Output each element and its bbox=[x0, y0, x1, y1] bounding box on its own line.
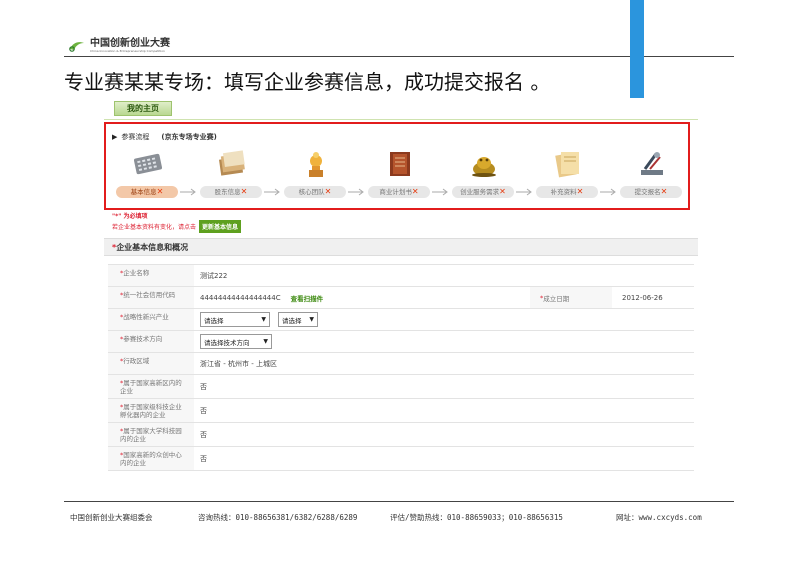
step-arrow-icon bbox=[432, 188, 448, 196]
field-label: *国家高新的众创中心内的企业 bbox=[108, 447, 194, 470]
q2-value: 否 bbox=[200, 406, 207, 415]
form-row-q3: *属于国家大学科技园内的企业 否 bbox=[108, 423, 694, 447]
footer-website: 网址：www.cxcyds.com bbox=[616, 513, 702, 522]
industry-cell: 请选择 ▼ 请选择 ▼ bbox=[194, 309, 694, 330]
step-service-needs[interactable]: 创业服务需求✕ bbox=[452, 146, 514, 206]
slide-headline: 专业赛某某专场：填写企业参赛信息，成功提交报名 。 bbox=[64, 70, 551, 94]
incomplete-x-icon: ✕ bbox=[576, 187, 584, 196]
step-business-plan[interactable]: 商业计划书✕ bbox=[368, 146, 430, 206]
logo-text: 中国创新创业大赛 bbox=[90, 38, 170, 49]
industry-select-1[interactable]: 请选择 ▼ bbox=[200, 312, 270, 327]
section-header: *企业基本信息和概况 bbox=[104, 238, 698, 256]
flow-title: ▶ 参赛流程 (京东专场专业赛) bbox=[112, 132, 217, 142]
update-note: 若企业基本资料有变化，请点击 更新基本信息 bbox=[112, 220, 242, 233]
callout-arrow-shaft bbox=[630, 0, 644, 100]
incomplete-x-icon: ✕ bbox=[240, 187, 248, 196]
form-row-q2: *属于国家级科技企业孵化器内的企业 否 bbox=[108, 399, 694, 423]
footer-sponsor-hotline: 评估/赞助热线：010-88659033；010-88656315 bbox=[390, 513, 563, 522]
toad-ornament-icon bbox=[472, 157, 496, 177]
update-basic-info-button[interactable]: 更新基本信息 bbox=[199, 220, 242, 233]
form-row-tech-direction: *参赛技术方向 请选择技术方向 ▼ bbox=[108, 331, 694, 353]
tech-direction-cell: 请选择技术方向 ▼ bbox=[194, 331, 694, 352]
field-label: *属于国家高新区内的企业 bbox=[108, 375, 194, 398]
step-label: 基本信息✕ bbox=[116, 186, 178, 198]
industry-select-2[interactable]: 请选择 ▼ bbox=[278, 312, 318, 327]
field-label: *属于国家级科技企业孵化器内的企业 bbox=[108, 399, 194, 422]
field-label: *参赛技术方向 bbox=[108, 331, 194, 352]
calculator-icon bbox=[133, 153, 163, 175]
desk-tools-icon bbox=[641, 152, 663, 175]
form-row-q4: *国家高新的众创中心内的企业 否 bbox=[108, 447, 694, 471]
field-label: *统一社会信用代码 bbox=[108, 287, 194, 308]
flow-competition-name: (京东专场专业赛) bbox=[161, 133, 217, 141]
field-label: *企业名称 bbox=[108, 265, 194, 286]
incomplete-x-icon: ✕ bbox=[660, 187, 668, 196]
logo-swoosh-icon bbox=[69, 41, 84, 52]
step-label: 创业服务需求✕ bbox=[452, 186, 514, 198]
view-scan-link[interactable]: 查看扫描件 bbox=[291, 293, 324, 303]
field-label: *战略性新兴产业 bbox=[108, 309, 194, 330]
step-arrow-icon bbox=[348, 188, 364, 196]
competition-logo: 中国创新创业大赛 China Innovation & Entrepreneur… bbox=[68, 38, 170, 53]
form-row-q1: *属于国家高新区内的企业 否 bbox=[108, 375, 694, 399]
books-icon bbox=[390, 152, 410, 176]
region-value: 浙江省 - 杭州市 - 上城区 bbox=[200, 359, 277, 368]
step-arrow-icon bbox=[180, 188, 196, 196]
step-label: 商业计划书✕ bbox=[368, 186, 430, 198]
form-row-region: *行政区域 浙江省 - 杭州市 - 上城区 bbox=[108, 353, 694, 375]
step-core-team[interactable]: 核心团队✕ bbox=[284, 146, 346, 206]
step-basic-info[interactable]: 基本信息✕ bbox=[116, 146, 178, 206]
form-row-industry: *战略性新兴产业 请选择 ▼ 请选择 ▼ bbox=[108, 309, 694, 331]
company-name-value: 测试222 bbox=[200, 271, 228, 280]
logo-subtext: China Innovation & Entrepreneurship Comp… bbox=[90, 49, 165, 53]
tech-direction-select[interactable]: 请选择技术方向 ▼ bbox=[200, 334, 272, 349]
section-title: 企业基本信息和概况 bbox=[116, 243, 189, 252]
field-label: *属于国家大学科技园内的企业 bbox=[108, 423, 194, 446]
step-arrow-icon bbox=[516, 188, 532, 196]
registration-flow-panel: ▶ 参赛流程 (京东专场专业赛) 基本信息✕ 股东信息✕ 核心团队✕ 商业计划书… bbox=[104, 122, 690, 210]
step-label: 补充资料✕ bbox=[536, 186, 598, 198]
footer-hotline: 咨询热线：010-88656381/6382/6288/6289 bbox=[198, 513, 358, 522]
required-note: "*" 为必填项 bbox=[112, 213, 148, 220]
flow-steps: 基本信息✕ 股东信息✕ 核心团队✕ 商业计划书✕ 创业服务需求✕ 补充资料✕ 提… bbox=[116, 146, 682, 206]
credit-code-value: 44444444444444444C bbox=[200, 293, 281, 302]
top-nav: 我的主页 bbox=[104, 98, 698, 120]
incomplete-x-icon: ✕ bbox=[499, 187, 506, 196]
field-label: * 成立日期 bbox=[530, 287, 612, 308]
q1-value: 否 bbox=[200, 382, 207, 391]
chevron-down-icon: ▼ bbox=[263, 338, 268, 345]
step-arrow-icon bbox=[600, 188, 616, 196]
established-date-value: 2012-06-26 bbox=[622, 293, 663, 302]
step-shareholders[interactable]: 股东信息✕ bbox=[200, 146, 262, 206]
chevron-down-icon: ▼ bbox=[309, 316, 314, 323]
step-submit-registration[interactable]: 提交报名✕ bbox=[620, 146, 682, 206]
step-label: 核心团队✕ bbox=[284, 186, 346, 198]
documents-icon bbox=[555, 152, 579, 178]
folders-icon bbox=[219, 150, 245, 176]
footer-divider bbox=[64, 501, 734, 502]
tab-my-home[interactable]: 我的主页 bbox=[114, 101, 172, 116]
footer-org: 中国创新创业大赛组委会 bbox=[70, 513, 153, 522]
step-supplementary[interactable]: 补充资料✕ bbox=[536, 146, 598, 206]
incomplete-x-icon: ✕ bbox=[411, 187, 419, 196]
triangle-bullet-icon: ▶ bbox=[112, 133, 118, 141]
chevron-down-icon: ▼ bbox=[261, 316, 266, 323]
form-row-company-name: *企业名称 测试222 bbox=[108, 265, 694, 287]
form-row-credit-code: *统一社会信用代码 44444444444444444C 查看扫描件 * 成立日期… bbox=[108, 287, 694, 309]
registration-screen: 我的主页 ▶ 参赛流程 (京东专场专业赛) 基本信息✕ 股东信息✕ 核心团队✕ … bbox=[104, 98, 698, 476]
step-arrow-icon bbox=[264, 188, 280, 196]
q3-value: 否 bbox=[200, 430, 207, 439]
incomplete-x-icon: ✕ bbox=[156, 187, 164, 196]
flow-title-label: 参赛流程 bbox=[121, 133, 150, 141]
step-label: 提交报名✕ bbox=[620, 186, 682, 198]
basic-info-form: *企业名称 测试222 *统一社会信用代码 44444444444444444C… bbox=[108, 264, 694, 471]
q4-value: 否 bbox=[200, 454, 207, 463]
credit-code-cell: 44444444444444444C 查看扫描件 bbox=[194, 287, 530, 308]
field-label: *行政区域 bbox=[108, 353, 194, 374]
update-note-text: 若企业基本资料有变化，请点击 bbox=[112, 224, 197, 231]
incomplete-x-icon: ✕ bbox=[324, 187, 332, 196]
trophy-icon bbox=[309, 152, 323, 177]
step-label: 股东信息✕ bbox=[200, 186, 262, 198]
